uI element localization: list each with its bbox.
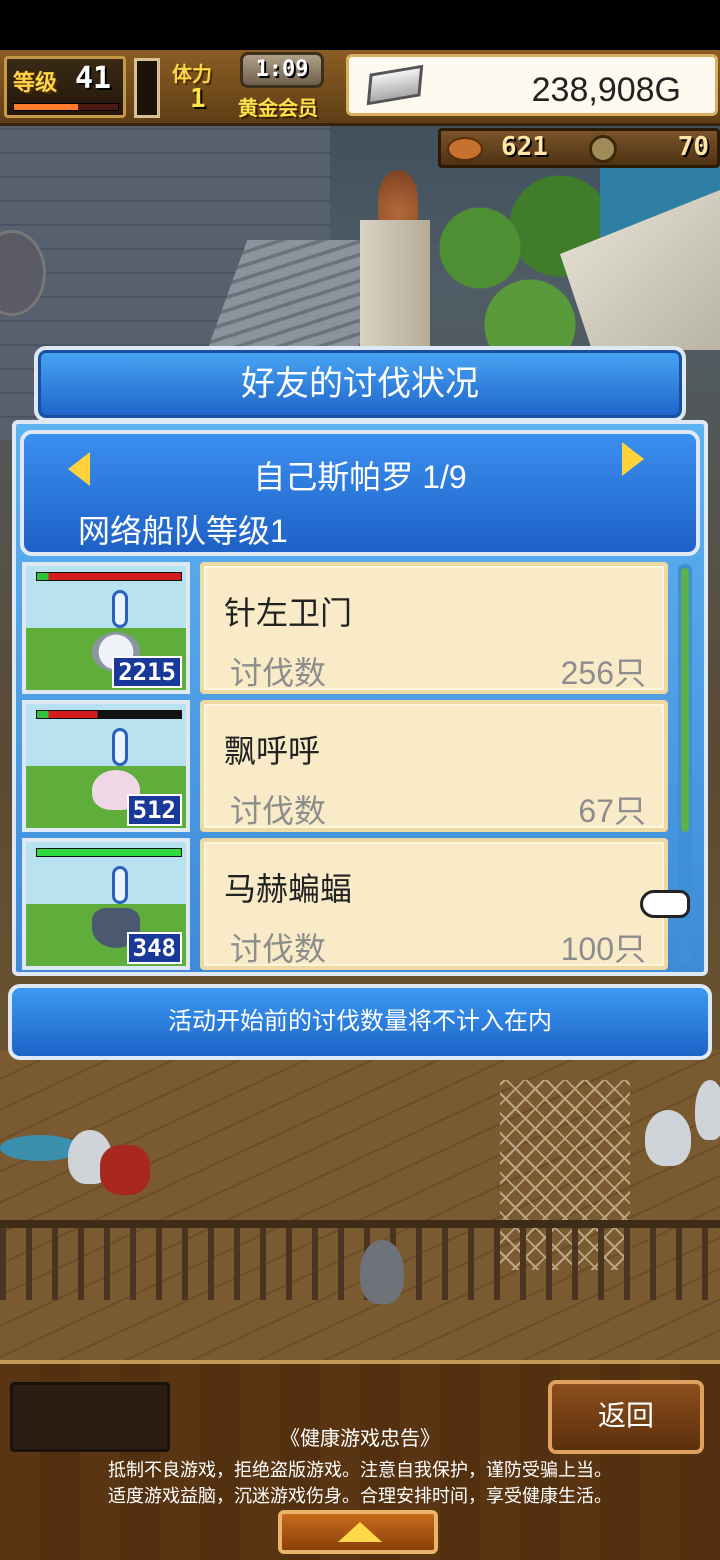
resource-bar: 621 70 <box>438 128 720 168</box>
monster-thumbnail: 2215 <box>22 562 190 694</box>
level-label: 等级 <box>13 71 58 96</box>
hp-bar <box>36 710 182 719</box>
expand-menu-button[interactable] <box>278 1510 438 1554</box>
hp-bar-fill <box>37 711 181 718</box>
knight-sprite <box>360 1240 404 1304</box>
fleet-level: 网络船队等级1 <box>78 513 288 549</box>
stamina-gauge <box>134 58 160 118</box>
stamina-label: 体力 <box>172 62 212 86</box>
monster-list[interactable]: 2215 针左卫门 讨伐数 256只 512 飘呼呼 讨伐数 67只 348 马 <box>22 562 668 970</box>
list-item[interactable]: 2215 针左卫门 讨伐数 256只 <box>22 562 668 694</box>
exclamation-icon <box>112 866 128 904</box>
monster-card[interactable]: 针左卫门 讨伐数 256只 <box>200 562 668 694</box>
silver-ingot-icon <box>366 64 424 106</box>
health-advice-line: 抵制不良游戏，拒绝盗版游戏。注意自我保护，谨防受骗上当。 <box>108 1460 612 1480</box>
bottom-bar: 返回 《健康游戏忠告》 抵制不良游戏，拒绝盗版游戏。注意自我保护，谨防受骗上当。… <box>0 1360 720 1560</box>
kill-count-label: 讨伐数 <box>230 655 327 691</box>
red-dragon-sprite <box>100 1145 150 1195</box>
monster-name: 飘呼呼 <box>224 733 321 769</box>
stamina-box: 体力 1 <box>168 56 238 118</box>
monster-count-badge: 512 <box>126 794 182 826</box>
list-item[interactable]: 512 飘呼呼 讨伐数 67只 <box>22 700 668 832</box>
health-advice-title: 《健康游戏忠告》 <box>280 1428 440 1450</box>
kill-count-label: 讨伐数 <box>230 931 327 967</box>
kill-count-value: 67只 <box>578 793 646 829</box>
level-progress-fill <box>14 104 79 110</box>
monster-thumbnail: 512 <box>22 700 190 832</box>
gold-member-badge[interactable]: 黄金会员 <box>238 92 318 121</box>
exclamation-icon <box>112 728 128 766</box>
level-progress-bar <box>13 103 119 111</box>
health-advice-line: 适度游戏益脑，沉迷游戏伤身。合理安排时间，享受健康生活。 <box>108 1486 612 1506</box>
kill-count-label: 讨伐数 <box>230 793 327 829</box>
monster-card[interactable]: 马赫蝙蝠 讨伐数 100只 <box>200 838 668 970</box>
event-notice: 活动开始前的讨伐数量将不计入在内 <box>8 984 712 1060</box>
deck-railing <box>0 1220 720 1300</box>
ghost-sprite-right <box>645 1110 691 1166</box>
exclamation-icon <box>112 590 128 628</box>
scrollbar-thumb[interactable] <box>681 568 689 832</box>
medal-coin-icon <box>589 135 617 163</box>
hp-bar-fill <box>37 573 181 580</box>
stamina-value: 1 <box>190 84 206 114</box>
game-clock: 1:09 <box>240 52 324 88</box>
friend-name: 自己斯帕罗 1/9 <box>253 459 467 495</box>
monster-thumbnail: 348 <box>22 838 190 970</box>
level-box[interactable]: 等级 41 <box>4 56 126 118</box>
hp-bar <box>36 848 182 857</box>
gold-display[interactable]: 238,908G <box>346 54 718 116</box>
kill-count-value: 256只 <box>560 655 646 691</box>
level-value: 41 <box>75 61 112 96</box>
hp-bar-fill <box>37 849 181 856</box>
pointing-hand-icon <box>640 890 690 918</box>
meat-value: 621 <box>501 132 548 162</box>
coin-value: 70 <box>677 132 709 162</box>
dialog-title: 好友的讨伐状况 <box>34 346 686 422</box>
up-arrow-icon <box>338 1522 382 1542</box>
monster-name: 针左卫门 <box>224 595 353 631</box>
monster-count-badge: 2215 <box>112 656 182 688</box>
monster-count-badge: 348 <box>126 932 182 964</box>
ghost-sprite-edge <box>695 1080 720 1140</box>
friend-selector: 自己斯帕罗 1/9 网络船队等级1 <box>20 430 700 556</box>
monster-card[interactable]: 飘呼呼 讨伐数 67只 <box>200 700 668 832</box>
list-item[interactable]: 348 马赫蝙蝠 讨伐数 100只 <box>22 838 668 970</box>
kill-count-value: 100只 <box>560 931 646 967</box>
monster-name: 马赫蝙蝠 <box>224 871 353 907</box>
gold-value: 238,908G <box>531 71 681 109</box>
hp-bar <box>36 572 182 581</box>
meat-icon <box>447 137 483 161</box>
top-hud: 等级 41 体力 1 1:09 黄金会员 238,908G <box>0 50 720 126</box>
